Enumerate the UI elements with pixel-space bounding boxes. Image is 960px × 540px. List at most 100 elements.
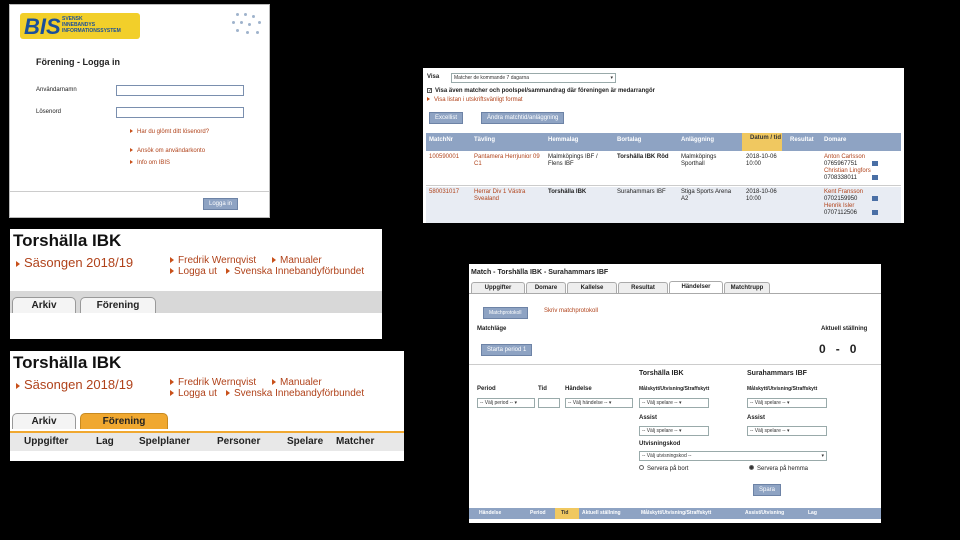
- col-header[interactable]: Domare: [824, 137, 846, 144]
- utvisningskod-label: Utvisningskod: [639, 441, 681, 447]
- subnav-personer[interactable]: Personer: [217, 436, 260, 447]
- excel-button[interactable]: Excellist: [429, 112, 464, 124]
- events-table-header: Händelse Period Tid Aktuell ställning Må…: [469, 508, 881, 519]
- username-input[interactable]: [116, 85, 244, 96]
- time-input[interactable]: [538, 398, 560, 408]
- manual-link[interactable]: Manualer: [272, 377, 322, 388]
- logo-text: BIS: [24, 14, 61, 39]
- password-label: Lösenord: [36, 109, 62, 115]
- password-input[interactable]: [116, 107, 244, 118]
- federation-link[interactable]: Svenska Innebandyförbundet: [226, 266, 364, 277]
- radio-home[interactable]: Servera på bort: [639, 465, 688, 472]
- home-player-select[interactable]: -- Välj spelare -- ▾: [639, 398, 709, 408]
- tab-forening-active[interactable]: Förening: [80, 413, 168, 429]
- login-button[interactable]: Logga in: [203, 198, 239, 210]
- tab-resultat[interactable]: Resultat: [618, 282, 668, 293]
- match-number-link[interactable]: 100590001: [429, 154, 459, 161]
- cooperate-checkbox-row[interactable]: ✓ Visa även matcher och poolspel/sammandr…: [427, 88, 655, 94]
- referee-link[interactable]: Henrik Isler: [824, 203, 854, 210]
- home-goal-label: Målskytt/Utvisning/Straffskytt: [639, 386, 710, 392]
- match-title: Match - Torshälla IBK - Surahammars IBF: [471, 269, 609, 276]
- col-header[interactable]: Period: [530, 510, 546, 516]
- col-header[interactable]: Bortalag: [617, 137, 641, 144]
- tab-handelser-active[interactable]: Händelser: [669, 281, 723, 293]
- subnav-spelplaner[interactable]: Spelplaner: [139, 436, 190, 447]
- col-header[interactable]: Anläggning: [681, 137, 714, 144]
- manual-link[interactable]: Manualer: [272, 255, 322, 266]
- period-select[interactable]: -- Välj period -- ▾: [477, 398, 535, 408]
- col-header-sorted[interactable]: Tid: [555, 508, 579, 519]
- subnav-lag[interactable]: Lag: [96, 436, 114, 447]
- subtab-skriv-link[interactable]: Skriv matchprotokoll: [544, 308, 598, 314]
- logout-link[interactable]: Logga ut: [170, 266, 217, 277]
- login-panel: BIS SVENSK INNEBANDYS INFORMATIONSSYSTEM…: [9, 4, 270, 218]
- col-header[interactable]: Tävling: [474, 137, 495, 144]
- match-list-panel: Visa Matcher de kommande 7 dagarna ▾ ✓ Vis…: [423, 68, 904, 223]
- subnav-uppgifter[interactable]: Uppgifter: [24, 436, 68, 447]
- table-header: MatchNr Tävling Hemmalag Bortalag Anlägg…: [426, 133, 901, 151]
- decorative-dots-icon: [232, 11, 266, 41]
- subnav-matcher[interactable]: Matcher: [336, 436, 374, 447]
- referee-link[interactable]: Anton Carlsson: [824, 154, 865, 161]
- home-team: Torshälla IBK: [548, 189, 587, 195]
- info-ibis-link[interactable]: Info om IBIS: [130, 160, 170, 166]
- table-row[interactable]: 580031017 Herrar Div 1 Västra Svealand T…: [426, 187, 901, 223]
- col-header[interactable]: Aktuell ställning: [582, 510, 621, 516]
- change-time-button[interactable]: Ändra matchtid/anläggning: [481, 112, 565, 124]
- col-header[interactable]: Assist/Utvisning: [745, 510, 784, 516]
- venue: Stiga Sports Arena A2: [681, 189, 732, 202]
- competition-link[interactable]: Pantamera Herrjunior 09 C1: [474, 154, 542, 168]
- tid-label: Tid: [538, 386, 547, 392]
- apply-account-link[interactable]: Ansök om användarkonto: [130, 148, 205, 154]
- mail-icon[interactable]: [872, 175, 878, 180]
- forgot-password-link[interactable]: Har du glömt ditt lösenord?: [130, 129, 209, 135]
- event-select[interactable]: -- Välj händelse -- ▾: [565, 398, 633, 408]
- table-row[interactable]: 100590001 Pantamera Herrjunior 09 C1 Mal…: [426, 152, 901, 186]
- away-player-select[interactable]: -- Välj spelare -- ▾: [747, 398, 827, 408]
- tab-matchtrupp[interactable]: Matchtrupp: [724, 282, 770, 293]
- col-header[interactable]: Händelse: [479, 510, 501, 516]
- time: 10:00: [746, 161, 762, 167]
- mail-icon[interactable]: [872, 210, 878, 215]
- radio-away[interactable]: Servera på hemma: [749, 465, 808, 472]
- mail-icon[interactable]: [872, 196, 878, 201]
- tab-domare[interactable]: Domare: [526, 282, 566, 293]
- season-link[interactable]: Säsongen 2018/19: [16, 377, 133, 392]
- col-header[interactable]: Målskytt/Utvisning/Straffskytt: [641, 510, 711, 516]
- season-link[interactable]: Säsongen 2018/19: [16, 255, 133, 270]
- away-team: Surahammars IBF: [617, 189, 666, 195]
- federation-link[interactable]: Svenska Innebandyförbundet: [226, 388, 364, 399]
- tab-arkiv[interactable]: Arkiv: [12, 297, 76, 313]
- start-period-button[interactable]: Starta period 1: [481, 344, 533, 356]
- arrow-icon: [170, 390, 174, 397]
- arrow-icon: [170, 257, 174, 264]
- save-button[interactable]: Spara: [753, 484, 782, 496]
- period-label: Period: [477, 386, 496, 392]
- col-header[interactable]: Resultat: [790, 137, 814, 144]
- user-link[interactable]: Fredrik Wernqvist: [170, 255, 256, 266]
- subtab-matchprotokoll[interactable]: Matchprotokoll: [483, 307, 528, 319]
- utvisningskod-select[interactable]: -- Välj utvisningskod -- ▾: [639, 451, 827, 461]
- subnav-spelare[interactable]: Spelare: [287, 436, 323, 447]
- home-assist-select[interactable]: -- Välj spelare -- ▾: [639, 426, 709, 436]
- print-link[interactable]: Visa listan i utskriftsvänligt format: [427, 97, 523, 103]
- away-assist-select[interactable]: -- Välj spelare -- ▾: [747, 426, 827, 436]
- match-number-link[interactable]: 580031017: [429, 189, 459, 196]
- referee-link[interactable]: Christian Lingfors: [824, 168, 871, 175]
- checkbox[interactable]: ✓: [427, 88, 432, 94]
- logout-link[interactable]: Logga ut: [170, 388, 217, 399]
- club-name: Torshälla IBK: [13, 231, 122, 250]
- col-header[interactable]: MatchNr: [429, 137, 453, 144]
- referee-link[interactable]: Kent Fransson: [824, 189, 863, 196]
- mail-icon[interactable]: [872, 161, 878, 166]
- show-select[interactable]: Matcher de kommande 7 dagarna ▾: [451, 73, 616, 83]
- col-header[interactable]: Lag: [808, 510, 817, 516]
- competition-link[interactable]: Herrar Div 1 Västra Svealand: [474, 189, 542, 203]
- col-header[interactable]: Hemmalag: [548, 137, 578, 144]
- user-link[interactable]: Fredrik Wernqvist: [170, 377, 256, 388]
- tab-forening[interactable]: Förening: [80, 297, 156, 313]
- tab-arkiv[interactable]: Arkiv: [12, 413, 76, 429]
- col-header-sorted[interactable]: Datum / tid: [742, 133, 782, 151]
- tab-uppgifter[interactable]: Uppgifter: [471, 282, 525, 293]
- tab-kallelse[interactable]: Kallelse: [567, 282, 617, 293]
